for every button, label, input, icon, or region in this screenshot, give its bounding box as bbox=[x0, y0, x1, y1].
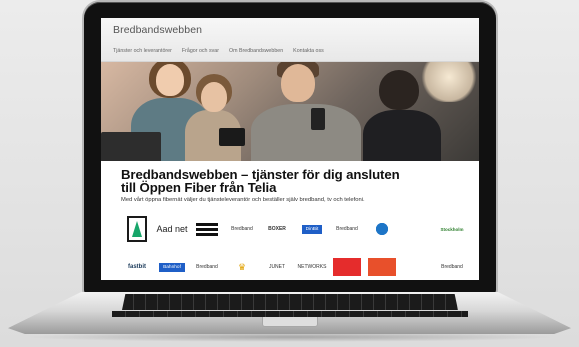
orange-logo-icon bbox=[368, 258, 396, 276]
provider-logo-fastbit[interactable]: fastbit bbox=[121, 256, 153, 278]
kid-hair bbox=[379, 70, 419, 110]
person-head bbox=[156, 64, 184, 96]
provider-logo-bredband-4[interactable]: Bredband bbox=[436, 256, 468, 278]
provider-logo-telia[interactable] bbox=[366, 218, 398, 240]
a-logo-icon bbox=[127, 216, 147, 242]
provider-logo-bredband-3[interactable]: Bredband bbox=[191, 256, 223, 278]
nav-item-contact[interactable]: Kontakta oss bbox=[293, 48, 324, 54]
hero-image bbox=[101, 62, 479, 161]
provider-logo-crown[interactable]: ♛ bbox=[226, 256, 258, 278]
provider-logo-b[interactable] bbox=[191, 218, 223, 240]
page-headline: Bredbandswebben – tjänster för dig anslu… bbox=[121, 168, 479, 194]
provider-logo-stockholm[interactable]: Stockholm bbox=[436, 218, 468, 240]
provider-logo-bahnhof[interactable]: Bahnhof bbox=[156, 256, 188, 278]
provider-logo-boxer[interactable]: BOXER bbox=[261, 218, 293, 240]
telia-logo-icon bbox=[372, 218, 392, 240]
nav-item-faq[interactable]: Frågor och svar bbox=[182, 48, 219, 54]
provider-logo-junet[interactable]: JUNET bbox=[261, 256, 293, 278]
phone-icon bbox=[311, 108, 325, 130]
site-title[interactable]: Bredbandswebben bbox=[113, 24, 467, 36]
keyboard-row-top bbox=[122, 294, 458, 310]
man-body bbox=[251, 104, 361, 161]
page-subtitle: Med vårt öppna fibernät väljer du tjänst… bbox=[121, 197, 365, 203]
provider-logos: Aad net Bredband BOXER DinBit Bredband S… bbox=[101, 211, 479, 280]
provider-logo-orange[interactable] bbox=[366, 256, 398, 278]
provider-logo-aadnet[interactable]: Aad net bbox=[156, 218, 188, 240]
laptop-lid: Bredbandswebben Tjänster och leverantöre… bbox=[84, 2, 496, 294]
provider-logo-bredband-2[interactable]: Bredband bbox=[331, 218, 363, 240]
b-logo-icon bbox=[196, 222, 218, 236]
red-logo-icon bbox=[333, 258, 361, 276]
provider-logo-red[interactable] bbox=[331, 256, 363, 278]
site-header: Bredbandswebben Tjänster och leverantöre… bbox=[101, 18, 479, 62]
headline-line-2: till Öppen Fiber från Telia bbox=[121, 180, 277, 195]
nav-item-services[interactable]: Tjänster och leverantörer bbox=[113, 48, 172, 54]
lamp-shape bbox=[419, 62, 479, 102]
provider-logo-empty[interactable] bbox=[401, 256, 433, 278]
trackpad bbox=[262, 317, 318, 327]
provider-logo-bredband-1[interactable]: Bredband bbox=[226, 218, 258, 240]
provider-logo-blank[interactable] bbox=[401, 218, 433, 240]
kid-body bbox=[363, 110, 441, 161]
man-head bbox=[281, 64, 315, 102]
laptop-screen: Bredbandswebben Tjänster och leverantöre… bbox=[101, 18, 479, 280]
provider-logo-networks[interactable]: NETWORKS bbox=[296, 256, 328, 278]
laptop-icon bbox=[101, 132, 161, 161]
hero-text: Bredbandswebben – tjänster för dig anslu… bbox=[101, 161, 479, 211]
main-nav: Tjänster och leverantörer Frågor och sva… bbox=[113, 48, 467, 54]
nav-item-about[interactable]: Om Bredbandswebben bbox=[229, 48, 283, 54]
provider-logo-a[interactable] bbox=[121, 216, 153, 242]
child-head bbox=[201, 82, 227, 112]
tablet-icon bbox=[219, 128, 245, 146]
provider-logo-dinbit[interactable]: DinBit bbox=[296, 218, 328, 240]
